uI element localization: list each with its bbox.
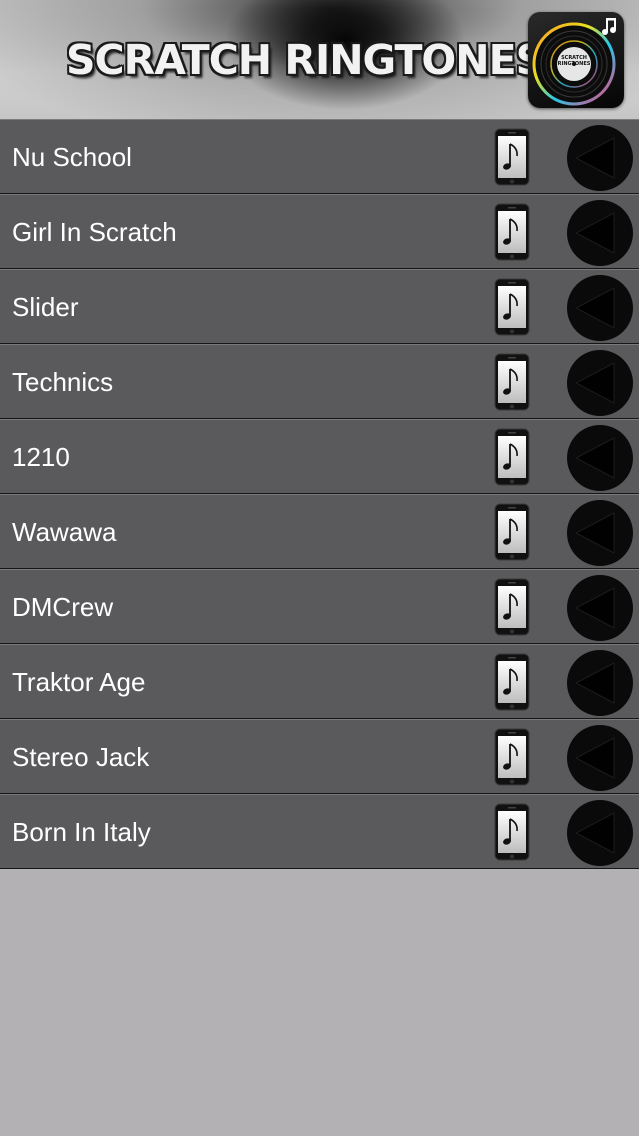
ringtone-row[interactable]: Girl In Scratch [0, 194, 639, 269]
ringtone-name: Stereo Jack [12, 742, 150, 772]
play-button[interactable] [566, 199, 634, 267]
ringtone-name: Girl In Scratch [12, 217, 177, 247]
set-ringtone-button[interactable] [494, 503, 530, 561]
phone-music-note-icon [494, 728, 530, 786]
ringtone-list: Nu School Girl In Scratch Slider Technic… [0, 119, 639, 869]
app-header: SCRATCH RINGTONES SCRATCH RINGTONES [0, 0, 639, 119]
ringtone-row[interactable]: Slider [0, 269, 639, 344]
phone-music-note-icon [494, 128, 530, 186]
play-button[interactable] [566, 424, 634, 492]
phone-music-note-icon [494, 278, 530, 336]
play-button[interactable] [566, 574, 634, 642]
play-icon [567, 125, 633, 191]
set-ringtone-button[interactable] [494, 203, 530, 261]
play-icon [567, 425, 633, 491]
set-ringtone-button[interactable] [494, 428, 530, 486]
ringtone-row[interactable]: Nu School [0, 119, 639, 194]
play-icon [567, 500, 633, 566]
play-button[interactable] [566, 799, 634, 867]
ringtone-name: DMCrew [12, 592, 114, 622]
ringtone-name: Technics [12, 367, 114, 397]
phone-music-note-icon [494, 203, 530, 261]
set-ringtone-button[interactable] [494, 278, 530, 336]
play-icon [567, 575, 633, 641]
ringtone-row[interactable]: 1210 [0, 419, 639, 494]
ringtone-name: Traktor Age [12, 667, 146, 697]
phone-music-note-icon [494, 503, 530, 561]
ringtone-row[interactable]: Stereo Jack [0, 719, 639, 794]
app-logo-label: SCRATCH RINGTONES [557, 55, 591, 67]
ringtone-row[interactable]: Wawawa [0, 494, 639, 569]
play-button[interactable] [566, 724, 634, 792]
phone-music-note-icon [494, 428, 530, 486]
phone-music-note-icon [494, 803, 530, 861]
ringtone-name: 1210 [12, 442, 70, 472]
ringtone-row[interactable]: Traktor Age [0, 644, 639, 719]
ringtone-name: Slider [12, 292, 79, 322]
ringtone-name: Wawawa [12, 517, 117, 547]
ringtone-name: Nu School [12, 142, 132, 172]
set-ringtone-button[interactable] [494, 578, 530, 636]
set-ringtone-button[interactable] [494, 803, 530, 861]
play-icon [567, 725, 633, 791]
play-icon [567, 200, 633, 266]
ringtone-row[interactable]: DMCrew [0, 569, 639, 644]
ringtone-row[interactable]: Born In Italy [0, 794, 639, 869]
app-title: SCRATCH RINGTONES [66, 36, 545, 84]
ringtone-name: Born In Italy [12, 817, 151, 847]
app-logo: SCRATCH RINGTONES [528, 12, 624, 108]
play-button[interactable] [566, 124, 634, 192]
set-ringtone-button[interactable] [494, 653, 530, 711]
play-button[interactable] [566, 274, 634, 342]
phone-music-note-icon [494, 578, 530, 636]
play-icon [567, 275, 633, 341]
set-ringtone-button[interactable] [494, 728, 530, 786]
phone-music-note-icon [494, 353, 530, 411]
play-button[interactable] [566, 349, 634, 417]
ringtone-row[interactable]: Technics [0, 344, 639, 419]
play-button[interactable] [566, 649, 634, 717]
play-button[interactable] [566, 499, 634, 567]
set-ringtone-button[interactable] [494, 353, 530, 411]
phone-music-note-icon [494, 653, 530, 711]
play-icon [567, 800, 633, 866]
play-icon [567, 650, 633, 716]
set-ringtone-button[interactable] [494, 128, 530, 186]
play-icon [567, 350, 633, 416]
